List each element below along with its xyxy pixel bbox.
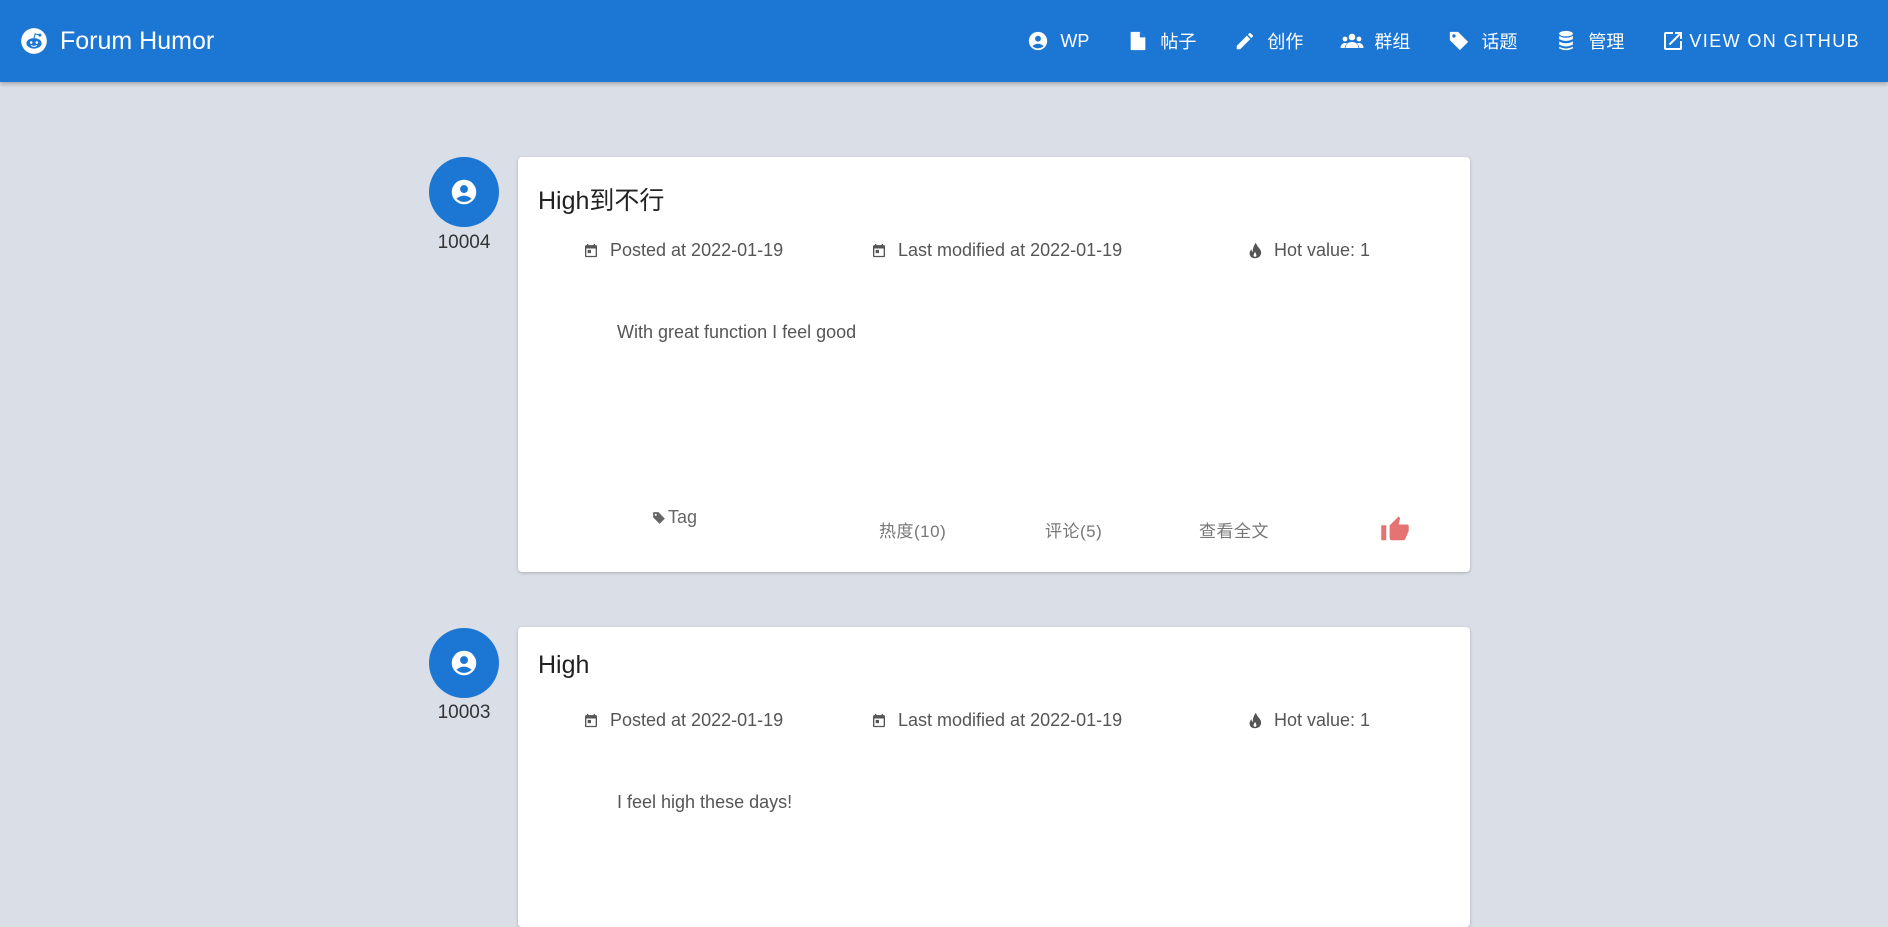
modified-date: Last modified at 2022-01-19 <box>870 710 1122 731</box>
nav-label: 创作 <box>1267 32 1304 52</box>
posted-date: Posted at 2022-01-19 <box>582 710 783 731</box>
fire-icon <box>1246 712 1264 730</box>
reddit-alien-icon <box>20 27 48 55</box>
pencil-icon <box>1233 29 1257 53</box>
tag-icon <box>651 510 667 526</box>
database-icon <box>1554 29 1578 53</box>
nav-groups[interactable]: 群组 <box>1340 28 1410 54</box>
nav-label: WP <box>1060 30 1090 51</box>
nav-label: 话题 <box>1481 32 1518 52</box>
nav-label: 帖子 <box>1160 32 1197 52</box>
post-card: High到不行 Posted at 2022-01-19 Last modifi… <box>518 157 1470 572</box>
account-group-icon <box>1340 29 1364 53</box>
hot-value-text: Hot value: 1 <box>1274 240 1371 260</box>
top-nav: WP 帖子 创作 群组 话题 管理 VIEW ON GITHUB <box>989 0 1860 82</box>
view-on-github-link[interactable]: VIEW ON GITHUB <box>1661 29 1860 53</box>
app-bar: Forum Humor WP 帖子 创作 群组 话题 管理 VIEW ON GI… <box>0 0 1888 82</box>
thumb-up-icon <box>1381 516 1409 541</box>
avatar[interactable] <box>429 628 499 698</box>
post-content: I feel high these days! <box>617 792 793 812</box>
open-in-new-icon <box>1661 29 1685 53</box>
post-title[interactable]: High <box>538 651 589 680</box>
modified-date: Last modified at 2022-01-19 <box>870 240 1122 261</box>
nav-admin[interactable]: 管理 <box>1554 28 1624 54</box>
avatar[interactable] <box>429 157 499 227</box>
nav-label: 管理 <box>1588 32 1625 52</box>
account-circle-icon <box>451 179 477 205</box>
user-id: 10004 <box>437 232 491 253</box>
hot-value: Hot value: 1 <box>1246 710 1370 731</box>
tag-label: Tag <box>668 507 698 527</box>
post-content: With great function I feel good <box>617 322 857 342</box>
nav-label: 群组 <box>1374 32 1411 52</box>
comment-count[interactable]: 评论(5) <box>1045 517 1102 542</box>
heat-count[interactable]: 热度(10) <box>879 517 946 542</box>
nav-create[interactable]: 创作 <box>1233 28 1303 54</box>
nav-topics[interactable]: 话题 <box>1447 28 1517 54</box>
brand[interactable]: Forum Humor <box>20 0 214 82</box>
post-tag[interactable]: Tag <box>651 507 697 528</box>
modified-date-text: Last modified at 2022-01-19 <box>898 710 1123 730</box>
account-circle-icon <box>1026 29 1050 53</box>
calendar-icon <box>582 712 600 730</box>
calendar-icon <box>870 242 888 260</box>
calendar-icon <box>870 712 888 730</box>
hot-value-text: Hot value: 1 <box>1274 710 1371 730</box>
posted-date-text: Posted at 2022-01-19 <box>610 240 784 260</box>
post-card: High Posted at 2022-01-19 Last modified … <box>518 627 1470 927</box>
account-circle-icon <box>451 650 477 676</box>
app-title: Forum Humor <box>60 26 215 55</box>
nav-wp[interactable]: WP <box>1026 29 1089 53</box>
posted-date-text: Posted at 2022-01-19 <box>610 710 784 730</box>
user-id: 10003 <box>437 702 491 723</box>
posted-date: Posted at 2022-01-19 <box>582 240 783 261</box>
post-title[interactable]: High到不行 <box>538 181 664 217</box>
modified-date-text: Last modified at 2022-01-19 <box>898 240 1123 260</box>
fire-icon <box>1246 242 1264 260</box>
file-icon <box>1126 29 1150 53</box>
nav-posts[interactable]: 帖子 <box>1126 28 1196 54</box>
view-full-link[interactable]: 查看全文 <box>1199 517 1269 542</box>
nav-label: VIEW ON GITHUB <box>1689 30 1860 51</box>
tag-icon <box>1447 29 1471 53</box>
hot-value: Hot value: 1 <box>1246 240 1370 261</box>
like-button[interactable] <box>1379 513 1411 545</box>
calendar-icon <box>582 242 600 260</box>
